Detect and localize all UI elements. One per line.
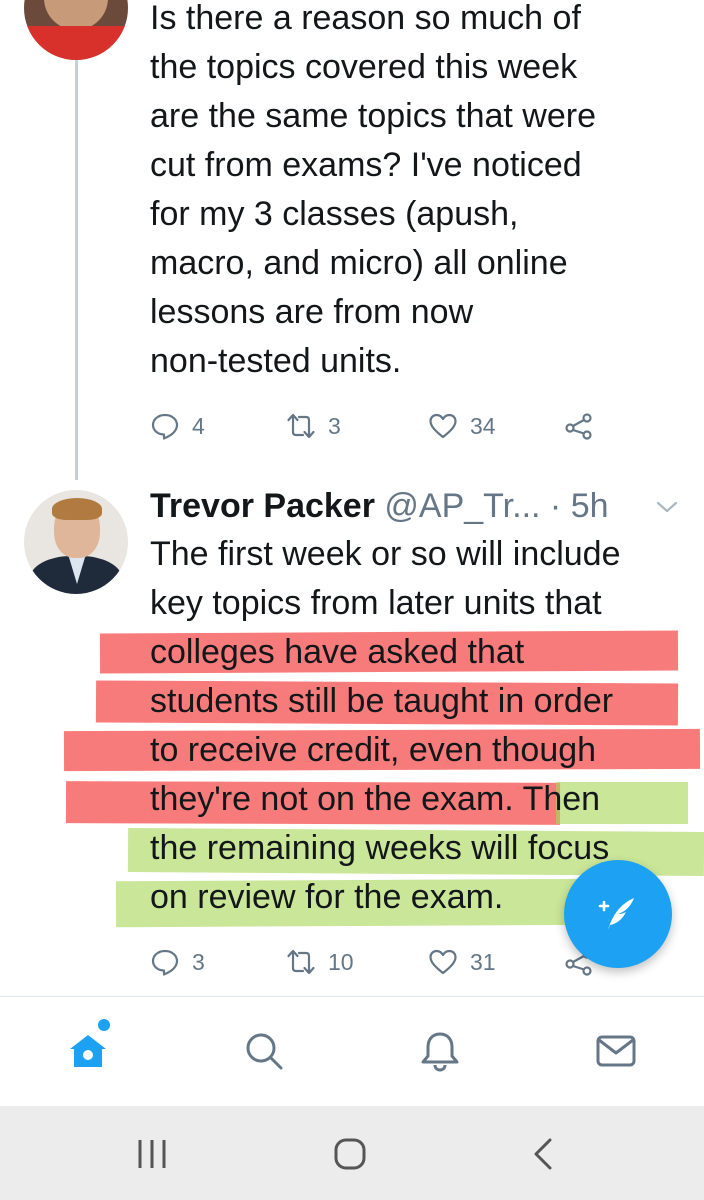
heart-icon — [429, 949, 457, 975]
tweet-timestamp: · 5h — [549, 487, 609, 525]
like-button[interactable]: 31 — [428, 947, 496, 977]
nav-messages-tab[interactable] — [592, 1027, 640, 1075]
tweet-text-line: colleges have asked that — [150, 633, 525, 671]
tweet-text-line: key topics from later units that — [150, 584, 602, 622]
reply-count: 4 — [192, 412, 205, 439]
home-notification-dot — [98, 1019, 110, 1031]
retweet-count: 3 — [328, 412, 341, 439]
tweet-text-segment: they're not on the exam. — [150, 780, 514, 818]
system-home-icon — [334, 1138, 366, 1170]
tweet-text-line: they're not on the exam. Then — [150, 775, 690, 824]
tweet-text-line: cut from exams? I've noticed — [150, 146, 582, 184]
retweet-icon — [287, 949, 315, 975]
share-button[interactable] — [564, 411, 606, 441]
tweet-text-segment: Then — [522, 780, 601, 818]
tweet-text-line: students still be taught in order — [150, 682, 614, 720]
reply-icon — [151, 949, 179, 976]
android-system-navigation-bar — [0, 1106, 704, 1200]
system-back-button[interactable] — [528, 1136, 560, 1172]
home-icon — [70, 1035, 106, 1067]
reply-icon — [151, 413, 179, 440]
system-home-button[interactable] — [330, 1136, 370, 1172]
tweet-text-line: to receive credit, even though — [150, 731, 597, 769]
reply-button[interactable]: 4 — [150, 411, 205, 441]
chevron-down-icon[interactable] — [654, 496, 680, 518]
recent-apps-button[interactable] — [132, 1136, 172, 1172]
avatar-hair — [52, 498, 102, 520]
tweet-text-line: Is there a reason so much of — [150, 0, 581, 37]
heart-icon — [429, 413, 457, 439]
tweet-text-line: The first week or so will include — [150, 535, 621, 573]
author-handle[interactable]: @AP_Tr... — [384, 487, 540, 525]
tweet-text-line: for my 3 classes (apush, — [150, 195, 519, 233]
nav-home-tab[interactable] — [64, 1027, 112, 1075]
tweet-text-line: lessons are from now — [150, 293, 474, 331]
like-button[interactable]: 34 — [428, 411, 496, 441]
avatar-shirt — [24, 26, 128, 60]
search-icon — [246, 1033, 283, 1070]
reply-button[interactable]: 3 — [150, 947, 205, 977]
retweet-count: 10 — [328, 948, 354, 975]
like-count: 31 — [470, 948, 496, 975]
retweet-button[interactable]: 3 — [286, 411, 341, 441]
compose-tweet-icon — [598, 898, 634, 930]
back-arrow-icon — [534, 1138, 552, 1170]
author-name[interactable]: Trevor Packer — [150, 487, 375, 525]
retweet-button[interactable]: 10 — [286, 947, 354, 977]
retweet-icon — [287, 413, 315, 439]
avatar-trevor-packer[interactable] — [24, 490, 128, 594]
tweet-header: Trevor Packer @AP_Tr... · 5h — [150, 482, 690, 530]
mail-icon — [596, 1035, 636, 1067]
thread-connector-line — [75, 60, 78, 480]
bottom-navigation-bar — [0, 996, 704, 1106]
avatar-previous-author[interactable] — [24, 0, 128, 60]
like-count: 34 — [470, 412, 496, 439]
previous-tweet-text[interactable]: Is there a reason so much of the topics … — [150, 0, 690, 386]
share-icon — [565, 413, 592, 440]
tweet-text-line: non-tested units. — [150, 342, 402, 380]
tweet-text-line: macro, and micro) all online — [150, 244, 568, 282]
tweet-text-line: the topics covered this week — [150, 48, 578, 86]
nav-notifications-tab[interactable] — [416, 1027, 464, 1075]
nav-search-tab[interactable] — [240, 1027, 288, 1075]
bell-icon — [421, 1032, 459, 1072]
compose-tweet-button[interactable] — [564, 860, 672, 968]
recent-apps-icon — [138, 1140, 166, 1168]
reply-count: 3 — [192, 948, 205, 975]
tweet-text-line: are the same topics that were — [150, 97, 597, 135]
